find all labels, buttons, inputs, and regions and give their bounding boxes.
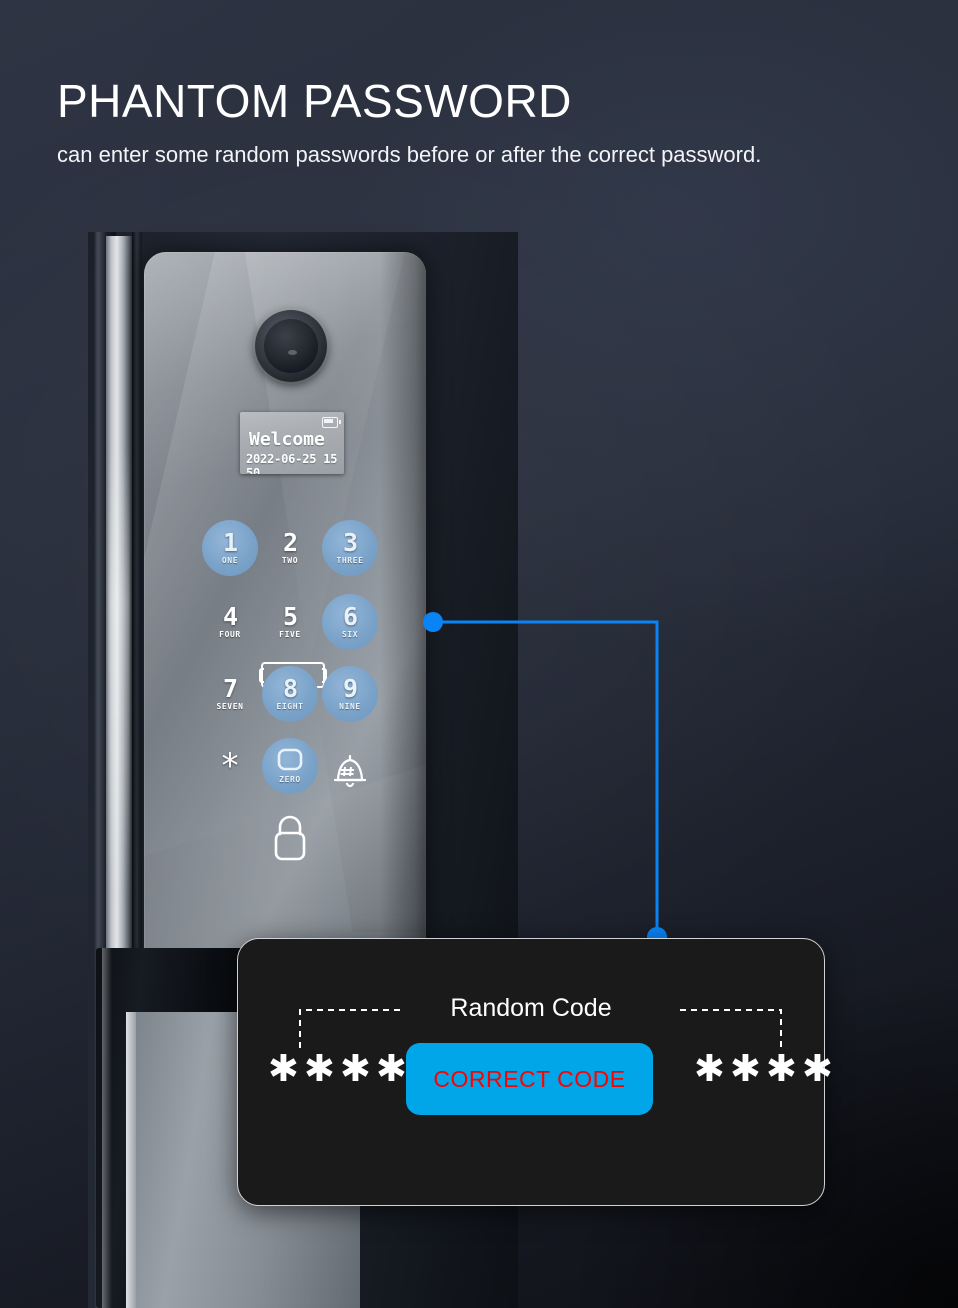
doorbell-hash-icon[interactable] — [322, 740, 378, 796]
callout-dot-keypad — [423, 612, 443, 632]
key-word: EIGHT — [276, 701, 304, 711]
keypad-key-9[interactable]: 9 NINE — [322, 666, 378, 722]
page-subtitle: can enter some random passwords before o… — [57, 142, 762, 167]
key-digit: 8 — [282, 673, 298, 703]
battery-icon — [322, 417, 341, 428]
keypad-key-8[interactable]: 8 EIGHT — [262, 666, 318, 722]
panel-title: Random Code — [450, 994, 612, 1022]
keypad-key-7[interactable]: 7 SEVEN — [202, 666, 258, 722]
door-edge-shine — [108, 442, 130, 902]
key-word: SEVEN — [216, 701, 244, 711]
padlock-icon[interactable] — [262, 808, 318, 868]
random-stars-left: ✱✱✱✱ — [268, 1047, 413, 1090]
key-digit: 7 — [222, 673, 238, 703]
camera-icon — [255, 310, 327, 382]
asterisk-icon[interactable]: * — [202, 738, 258, 794]
key-digit: 9 — [342, 673, 358, 703]
key-word: NINE — [339, 701, 361, 711]
lock-display: Welcome 2022-06-25 15 50 — [240, 412, 344, 474]
correct-code-button[interactable]: CORRECT CODE — [406, 1043, 653, 1115]
keypad-key-4[interactable]: 4 FOUR — [202, 594, 258, 650]
keypad[interactable]: 1 ONE 2 TWO 3 THREE 4 FOUR 5 FIVE 6 SIX … — [196, 516, 386, 861]
page-title: PHANTOM PASSWORD — [57, 75, 572, 127]
keypad-key-2[interactable]: 2 TWO — [262, 520, 318, 576]
keypad-key-5[interactable]: 5 FIVE — [262, 594, 318, 650]
key-digit: 6 — [342, 601, 358, 631]
camera-pupil — [288, 350, 297, 355]
door-handle-highlight — [102, 948, 112, 1308]
keypad-key-3[interactable]: 3 THREE — [322, 520, 378, 576]
key-word: ZERO — [279, 774, 301, 784]
display-greeting: Welcome — [249, 429, 325, 450]
key-digit: 1 — [222, 527, 238, 557]
keypad-key-1[interactable]: 1 ONE — [202, 520, 258, 576]
screenshot-stage: PHANTOM PASSWORD can enter some random p… — [0, 0, 958, 1308]
display-datetime: 2022-06-25 15 50 — [246, 452, 338, 474]
key-word: FIVE — [279, 629, 301, 639]
random-stars-right: ✱✱✱✱ — [694, 1047, 839, 1090]
key-digit: 3 — [342, 527, 358, 557]
keypad-key-6[interactable]: 6 SIX — [322, 594, 378, 650]
header: PHANTOM PASSWORD can enter some random p… — [57, 74, 917, 170]
keypad-key-0[interactable]: ZERO — [262, 738, 318, 794]
key-word: FOUR — [219, 629, 241, 639]
key-word: TWO — [281, 555, 299, 565]
camera-lens — [264, 319, 318, 373]
door-lower-panel-edge — [126, 1012, 136, 1308]
key-word: SIX — [341, 629, 359, 639]
key-digit: 2 — [282, 527, 298, 557]
bell-glyph — [333, 754, 367, 788]
key-digit: 5 — [282, 601, 298, 631]
key-word: THREE — [336, 555, 364, 565]
battery-fill — [324, 419, 333, 423]
zero-glyph — [277, 748, 303, 770]
key-word: ONE — [221, 555, 239, 565]
key-digit: 4 — [222, 601, 238, 631]
padlock-glyph — [274, 815, 306, 861]
